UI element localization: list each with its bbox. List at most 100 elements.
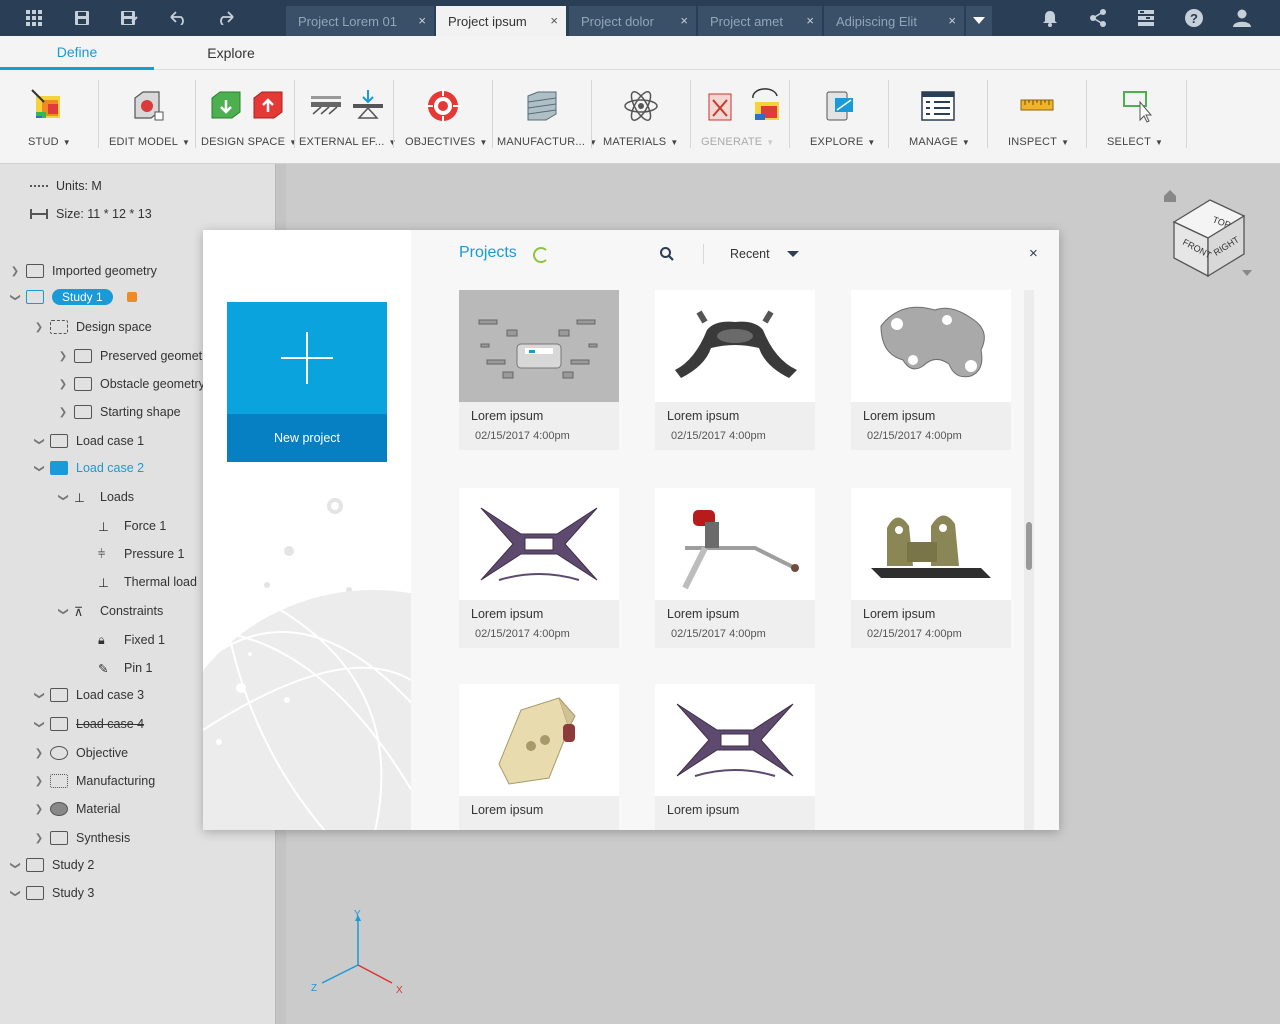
tree-item-objective[interactable]: ❯ Objective <box>32 742 128 764</box>
chevron-right-icon[interactable]: ❯ <box>32 804 46 815</box>
project-card[interactable]: Lorem ipsum 02/15/2017 4:00pm <box>459 488 619 648</box>
tab-define[interactable]: Define <box>0 36 154 70</box>
close-icon[interactable]: × <box>680 14 688 28</box>
project-card[interactable]: Lorem ipsum 02/15/2017 4:00pm <box>851 290 1011 450</box>
inspect-menu[interactable]: INSPECT ▼ <box>988 70 1086 164</box>
tree-item-pressure-1[interactable]: ⫩ Pressure 1 <box>88 543 184 565</box>
tree-item-synthesis[interactable]: ❯ Synthesis <box>32 827 130 849</box>
tree-item-material[interactable]: ❯ Material <box>32 798 120 820</box>
settings-panel-icon[interactable] <box>1124 0 1168 36</box>
pin-icon: ✎ <box>98 662 109 676</box>
tree-item-design-space[interactable]: ❯ Design space <box>32 316 152 338</box>
close-icon[interactable]: × <box>806 14 814 28</box>
chevron-right-icon[interactable]: ❯ <box>56 407 70 418</box>
tree-item-fixed-1[interactable]: 🔒︎ Fixed 1 <box>88 629 165 651</box>
home-icon[interactable] <box>1164 190 1176 202</box>
tree-item-loads[interactable]: ❯ ⊥ Loads <box>56 486 135 508</box>
scrollbar-thumb[interactable] <box>1026 522 1032 570</box>
tree-item-load-case-3[interactable]: ❯ Load case 3 <box>32 684 144 706</box>
tree-item-force-1[interactable]: ⊥ Force 1 <box>88 515 166 537</box>
generate-menu[interactable]: GENERATE ▼ <box>691 70 789 164</box>
view-cube[interactable]: TOP FRONT RIGHT <box>1160 186 1260 282</box>
redo-icon[interactable] <box>204 0 248 36</box>
starting-shape-icon <box>74 405 92 419</box>
tree-item-imported-geometry[interactable]: ❯ Imported geometry <box>8 260 157 282</box>
explore-menu[interactable]: EXPLORE ▼ <box>790 70 888 164</box>
notification-bell-icon[interactable] <box>1028 0 1072 36</box>
design-space-menu[interactable]: DESIGN SPACE▼ <box>196 70 297 164</box>
manufacturing-menu[interactable]: MANUFACTUR... ▼ <box>493 70 597 164</box>
tree-item-label: Constraints <box>100 604 164 618</box>
project-card[interactable]: Lorem ipsum 02/15/2017 4:00pm <box>851 488 1011 648</box>
chevron-right-icon[interactable]: ❯ <box>32 748 46 759</box>
manage-menu[interactable]: MANAGE ▼ <box>889 70 987 164</box>
chevron-down-icon[interactable] <box>1242 270 1252 276</box>
tree-item-manufacturing[interactable]: ❯ Manufacturing <box>32 770 155 792</box>
tree-item-load-case-1[interactable]: ❯ Load case 1 <box>32 430 144 452</box>
tree-item-load-case-2[interactable]: ❯ Load case 2 <box>32 457 144 479</box>
project-card[interactable]: Lorem ipsum 02/15/2017 4:00pm <box>655 488 815 648</box>
close-icon[interactable]: × <box>418 14 426 28</box>
tree-item-constraints[interactable]: ❯ ⊼ Constraints <box>56 600 164 622</box>
close-icon[interactable]: × <box>948 14 956 28</box>
project-card[interactable]: Lorem ipsum <box>655 684 815 830</box>
search-icon[interactable] <box>659 246 675 262</box>
tab-project-amet[interactable]: Project amet × <box>698 6 822 36</box>
chevron-down-icon[interactable]: ❯ <box>58 604 69 618</box>
tree-item-pin-1[interactable]: ✎ Pin 1 <box>88 657 153 679</box>
chevron-right-icon[interactable]: ❯ <box>32 322 46 333</box>
chevron-down-icon[interactable]: ❯ <box>58 490 69 504</box>
apps-grid-icon[interactable] <box>12 0 56 36</box>
chevron-down-icon[interactable]: ❯ <box>34 688 45 702</box>
chevron-right-icon[interactable]: ❯ <box>8 266 22 277</box>
tab-project-ipsum[interactable]: Project ipsum × <box>436 6 566 36</box>
project-date: 02/15/2017 4:00pm <box>475 628 570 640</box>
edit-model-menu[interactable]: EDIT MODEL ▼ <box>99 70 195 164</box>
chevron-right-icon[interactable]: ❯ <box>56 351 70 362</box>
tree-item-study-2[interactable]: ❯ Study 2 <box>8 854 94 876</box>
tab-explore[interactable]: Explore <box>154 36 308 70</box>
select-menu[interactable]: SELECT ▼ <box>1087 70 1185 164</box>
tree-item-thermal-load[interactable]: ⊥ Thermal load <box>88 571 197 593</box>
chevron-down-icon[interactable]: ❯ <box>34 717 45 731</box>
help-icon[interactable]: ? <box>1172 0 1216 36</box>
tab-adipiscing-elit[interactable]: Adipiscing Elit × <box>824 6 964 36</box>
tree-item-study-3[interactable]: ❯ Study 3 <box>8 882 94 904</box>
purple-drone-frame-image <box>676 703 794 777</box>
chevron-right-icon[interactable]: ❯ <box>32 776 46 787</box>
project-card[interactable]: Lorem ipsum <box>459 684 619 830</box>
tab-project-lorem-01[interactable]: Project Lorem 01 × <box>286 6 434 36</box>
new-project-button[interactable]: New project <box>227 302 387 462</box>
chevron-down-icon[interactable] <box>787 251 799 257</box>
save-icon[interactable] <box>60 0 104 36</box>
share-icon[interactable] <box>1076 0 1120 36</box>
chevron-down-icon[interactable]: ❯ <box>10 290 21 304</box>
chevron-down-icon[interactable]: ❯ <box>10 886 21 900</box>
chevron-right-icon[interactable]: ❯ <box>56 379 70 390</box>
study-menu[interactable]: STUD ▼ <box>0 70 98 164</box>
sort-dropdown[interactable]: Recent <box>730 247 770 261</box>
close-icon[interactable]: × <box>550 14 558 28</box>
materials-menu[interactable]: MATERIALS ▼ <box>592 70 690 164</box>
project-card[interactable]: Lorem ipsum 02/15/2017 4:00pm <box>459 290 619 450</box>
external-effects-menu[interactable]: EXTERNAL EF...▼ <box>295 70 396 164</box>
tree-item-study-1[interactable]: ❯ Study 1 <box>8 286 137 308</box>
atom-icon <box>624 91 658 121</box>
undo-icon[interactable] <box>156 0 200 36</box>
chevron-down-icon[interactable]: ❯ <box>10 858 21 872</box>
user-icon[interactable] <box>1220 0 1264 36</box>
tab-project-dolor[interactable]: Project dolor × <box>569 6 696 36</box>
project-card[interactable]: Lorem ipsum 02/15/2017 4:00pm <box>655 290 815 450</box>
close-icon[interactable]: × <box>1029 245 1038 262</box>
objectives-menu[interactable]: OBJECTIVES ▼ <box>394 70 492 164</box>
project-name: Lorem ipsum <box>667 803 740 817</box>
chevron-down-icon[interactable]: ❯ <box>34 434 45 448</box>
chevron-down-icon[interactable]: ❯ <box>34 461 45 475</box>
tree-item-load-case-4[interactable]: ❯ Load case 4 <box>32 713 144 735</box>
tree-item-label: Starting shape <box>100 405 181 419</box>
chevron-right-icon[interactable]: ❯ <box>32 833 46 844</box>
tabs-overflow-button[interactable] <box>966 6 992 36</box>
synthesis-icon <box>50 831 68 845</box>
save-as-icon[interactable] <box>107 0 151 36</box>
tree-item-starting-shape[interactable]: ❯ Starting shape <box>56 401 181 423</box>
